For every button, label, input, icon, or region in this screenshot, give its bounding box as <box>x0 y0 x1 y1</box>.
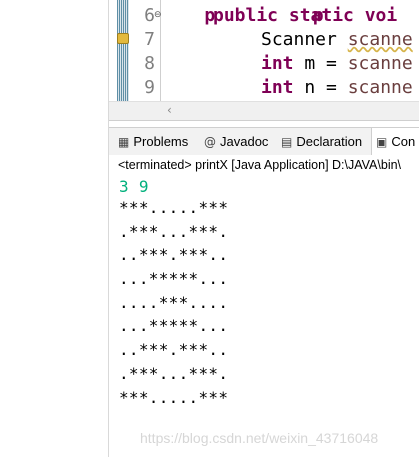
problems-icon: ▦ <box>118 134 130 149</box>
console-output-line: ...*****... <box>119 316 229 335</box>
view-tab-bar: ▦ Problems @ Javadoc ▤ Declaration ▣ Con <box>109 127 419 156</box>
console-output-line: ..***.***.. <box>119 340 229 359</box>
line-number: 7 <box>144 29 155 50</box>
tab-declaration[interactable]: ▤ Declaration <box>281 128 362 155</box>
declaration-icon: ▤ <box>281 134 293 149</box>
console-output-line: ...*****... <box>119 269 229 288</box>
scroll-left-icon[interactable]: ‹ <box>167 103 172 117</box>
line-number: 8 <box>144 53 155 74</box>
tab-label: Problems <box>133 134 189 149</box>
console-output-line: ***.....*** <box>119 388 229 407</box>
code-line-9[interactable]: 9 int n = scanne <box>109 76 419 100</box>
console-output-line: ....***.... <box>119 293 229 312</box>
console-output-line: .***...***. <box>119 222 229 241</box>
javadoc-icon: @ <box>204 134 216 149</box>
console-output-line: ..***.***.. <box>119 245 229 264</box>
tab-label: Con <box>391 134 416 149</box>
code-text: int m = scanne <box>261 53 413 74</box>
code-text: int n = scanne <box>261 77 413 98</box>
console-output-line: ***.....*** <box>119 198 229 217</box>
console-icon: ▣ <box>376 134 388 149</box>
console-input-line: 3 9 <box>119 177 149 196</box>
code-line-6[interactable]: 6 ⊖ public static voi <box>109 4 419 28</box>
code-editor[interactable]: p p 6 ⊖ public static voi 7 Scanner scan… <box>109 0 419 101</box>
code-line-8[interactable]: 8 int m = scanne <box>109 52 419 76</box>
console-output-line: .***...***. <box>119 364 229 383</box>
code-text: public static voi <box>213 5 398 26</box>
tab-javadoc[interactable]: @ Javadoc <box>204 128 268 155</box>
tab-problems[interactable]: ▦ Problems <box>118 128 188 155</box>
line-number: 6 <box>144 5 155 26</box>
tab-label: Declaration <box>296 134 363 149</box>
horizontal-scrollbar[interactable]: ‹ <box>109 101 419 121</box>
fold-collapse-icon[interactable]: ⊖ <box>154 10 162 20</box>
watermark-text: https://blog.csdn.net/weixin_43716048 <box>140 430 379 446</box>
console-view[interactable]: <terminated> printX [Java Application] D… <box>109 155 419 457</box>
terminated-status: <terminated> printX [Java Application] D… <box>118 158 402 172</box>
line-number: 9 <box>144 77 155 98</box>
tab-label: Javadoc <box>220 134 269 149</box>
tab-console[interactable]: ▣ Con <box>371 128 419 155</box>
code-text: Scanner scanne <box>261 29 413 50</box>
code-line-7[interactable]: 7 Scanner scanne <box>109 28 419 52</box>
left-blank-panel <box>0 0 108 457</box>
